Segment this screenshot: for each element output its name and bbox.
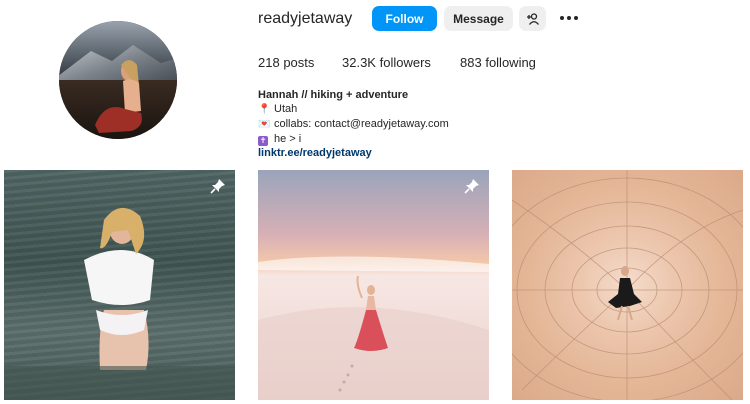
posts-stat: 218 posts	[258, 55, 314, 70]
post-tile[interactable]	[4, 170, 235, 400]
bio-faith-text: he > i	[274, 133, 302, 145]
bio-collabs-text: collabs: contact@readyjetaway.com	[274, 118, 449, 130]
bio-location: 📍 Utah	[258, 103, 297, 115]
followers-count: 32.3K	[342, 55, 376, 70]
pinned-post-icon	[210, 179, 225, 194]
bio-link[interactable]: linktr.ee/readyjetaway	[258, 147, 372, 159]
avatar-person	[95, 60, 142, 133]
posts-label: posts	[283, 55, 315, 70]
bio-location-text: Utah	[274, 103, 298, 115]
message-button[interactable]: Message	[444, 6, 513, 31]
following-label: following	[485, 55, 536, 70]
heart-letter-icon: 💌	[258, 119, 271, 130]
post-photo-woman-on-rock	[512, 170, 743, 400]
posts-count: 218	[258, 55, 280, 70]
post-photo-woman-in-desert	[258, 256, 489, 400]
pinned-post-icon	[464, 179, 479, 194]
post-photo-woman-in-water	[4, 207, 235, 400]
following-count: 883	[460, 55, 482, 70]
location-pin-icon: 📍	[258, 104, 271, 115]
username: readyjetaway	[258, 10, 353, 27]
profile-avatar[interactable]	[59, 21, 177, 139]
following-stat[interactable]: 883 following	[460, 55, 536, 70]
bio-name: Hannah // hiking + adventure	[258, 89, 409, 101]
more-options-icon	[560, 16, 578, 20]
followers-label: followers	[379, 55, 431, 70]
follow-button[interactable]: Follow	[372, 6, 437, 31]
bio-faith: ✝ he > i	[258, 133, 301, 146]
bio-collabs: 💌 collabs: contact@readyjetaway.com	[258, 118, 449, 130]
options-button[interactable]	[557, 9, 581, 27]
cross-icon: ✝	[258, 136, 268, 146]
post-tile[interactable]	[512, 170, 743, 400]
followers-stat[interactable]: 32.3K followers	[342, 55, 431, 70]
add-user-icon	[526, 12, 539, 25]
post-tile[interactable]	[258, 170, 489, 400]
suggested-users-button[interactable]	[519, 6, 546, 31]
